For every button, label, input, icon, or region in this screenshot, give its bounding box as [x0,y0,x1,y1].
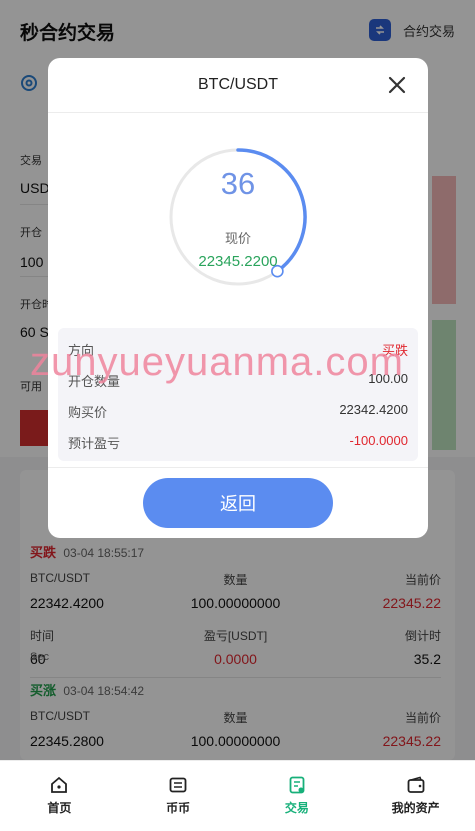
tab-home[interactable]: 首页 [0,761,119,831]
watermark: zunyueyuanma.com [30,340,404,384]
order-modal: BTC/USDT 36 现价 22345.2200 方向 买跌 开仓数量 100… [48,58,428,538]
modal-title: BTC/USDT [198,76,278,93]
trade-icon [289,776,305,794]
close-icon[interactable] [386,74,408,96]
exchange-icon [169,777,187,793]
current-price-label: 现价 [224,231,251,246]
home-icon [51,776,68,793]
bottom-tab-bar: 首页 币币 交易 我的资产 [0,760,475,831]
tab-exchange[interactable]: 币币 [119,761,238,831]
countdown-number: 36 [220,166,256,201]
tab-trade[interactable]: 交易 [238,761,357,831]
wallet-icon [407,776,425,793]
tab-assets[interactable]: 我的资产 [356,761,475,831]
back-button[interactable]: 返回 [143,478,333,528]
current-price-value: 22345.2200 [198,253,278,270]
